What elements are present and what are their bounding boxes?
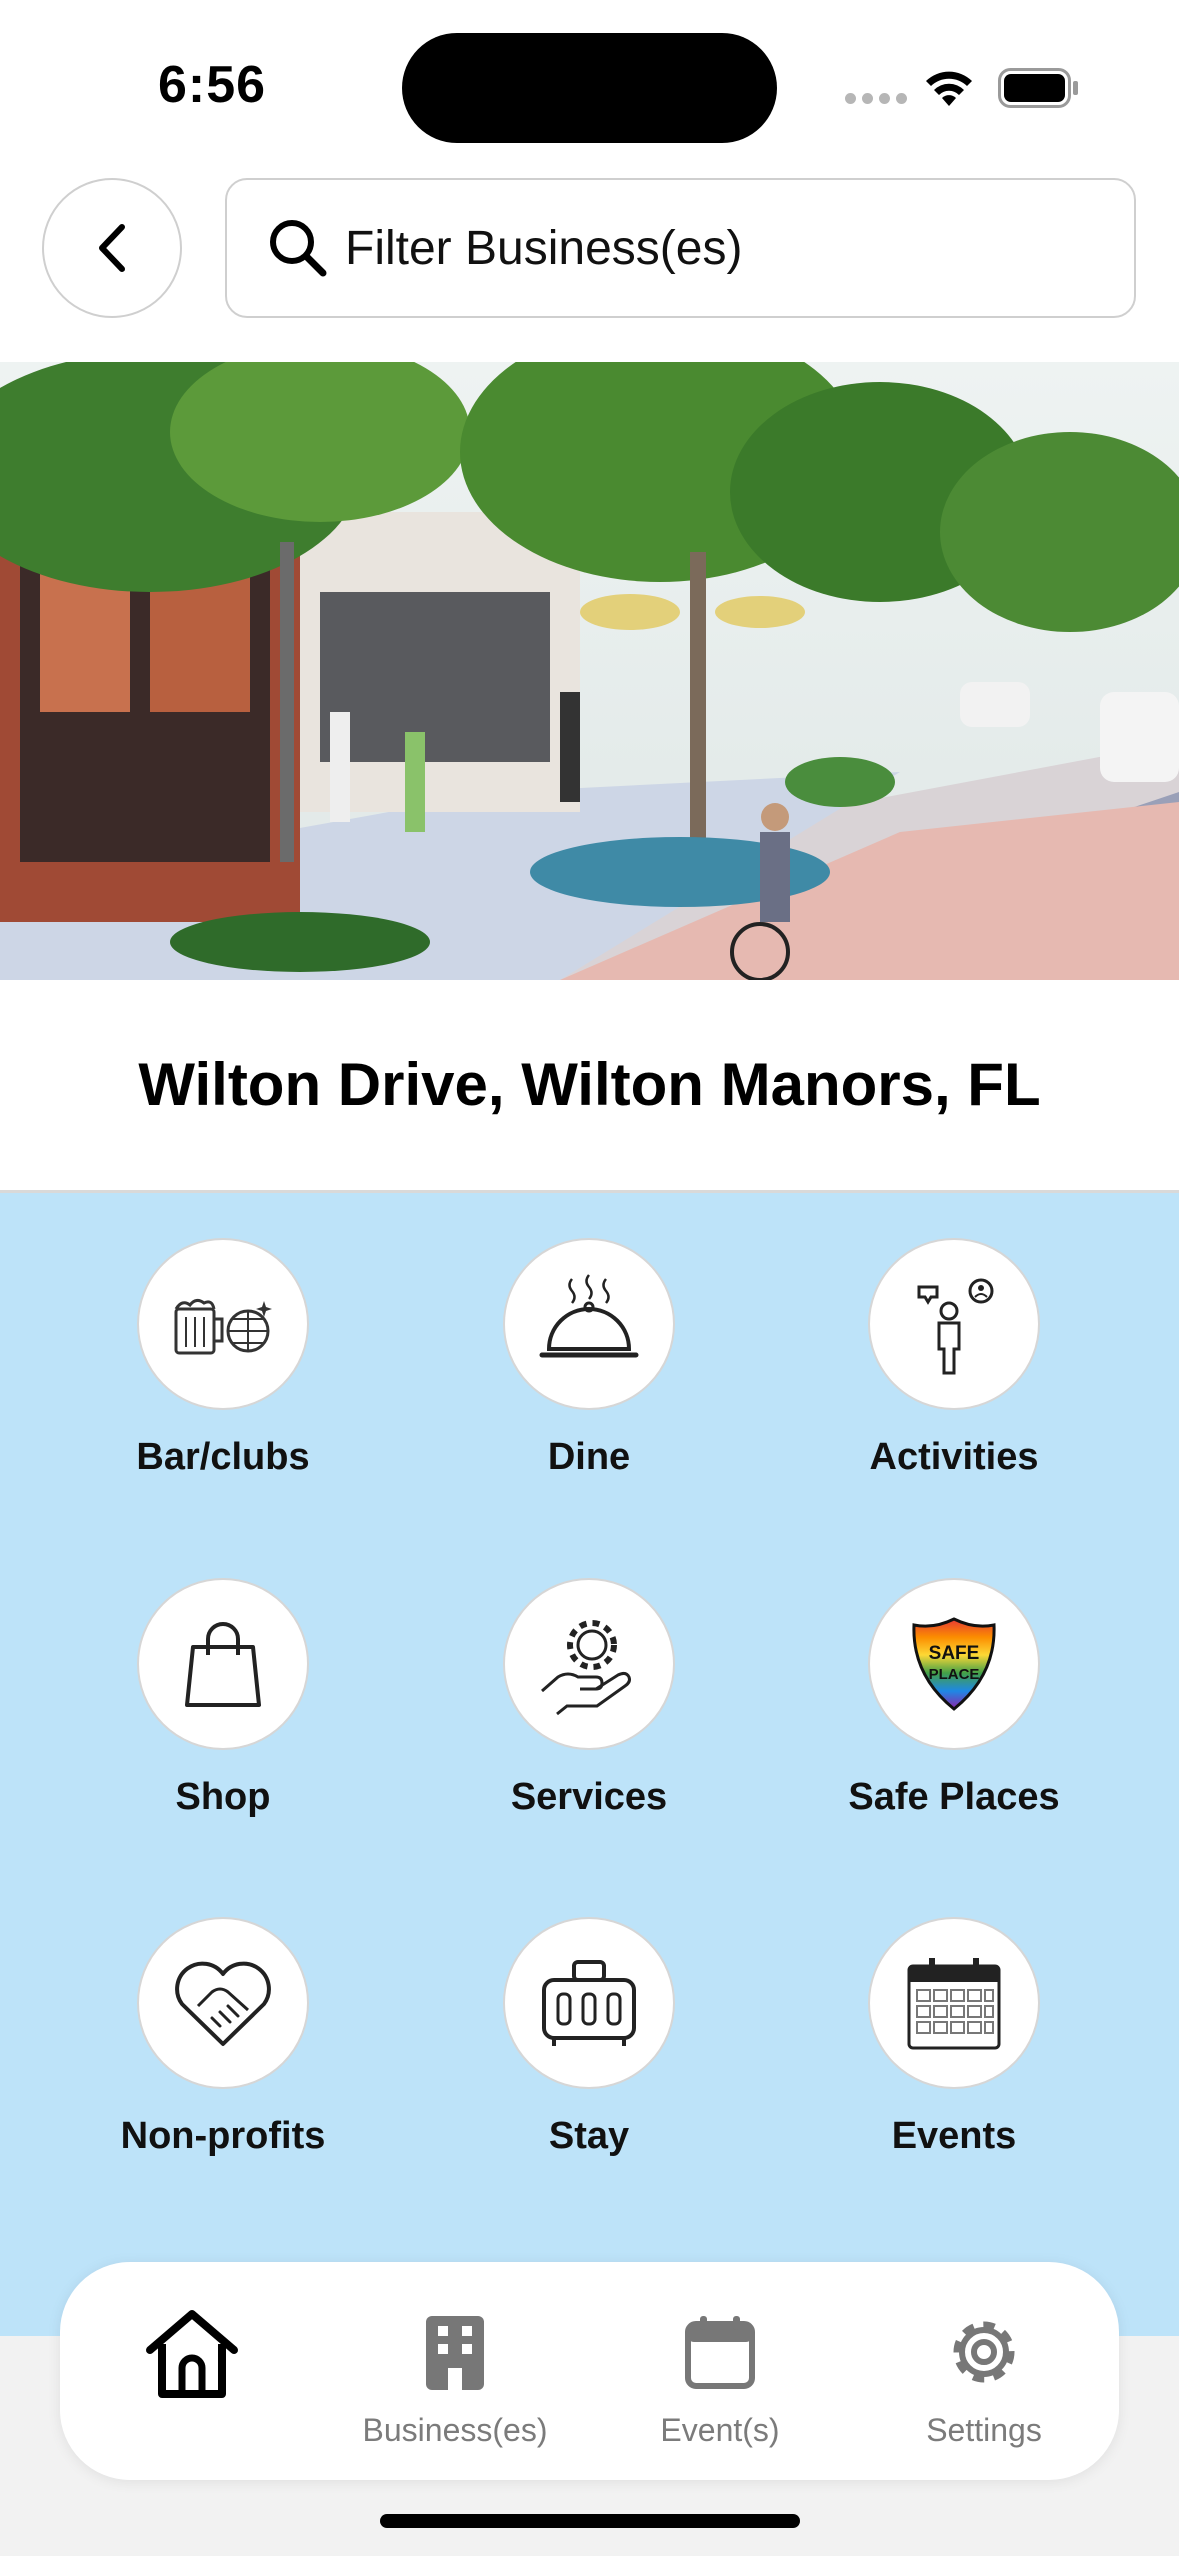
tab-label: Event(s) [660, 2412, 780, 2448]
search-input[interactable] [345, 220, 1105, 276]
dynamic-island [402, 33, 777, 143]
status-time: 6:56 [158, 56, 267, 114]
calendar-icon [907, 1958, 1001, 2050]
person-chat-icon [917, 1278, 994, 1375]
home-icon [142, 2302, 242, 2402]
category-safe-places[interactable]: SAFE PLACE Safe Places [804, 1578, 1104, 1838]
category-grid: Bar/clubs Dine Activities Shop Services … [0, 1193, 1179, 2336]
category-stay[interactable]: Stay [439, 1917, 739, 2177]
category-icon-circle [503, 1238, 675, 1410]
category-label: Events [891, 2115, 1017, 2157]
category-label: Safe Places [848, 1776, 1060, 1818]
building-icon [405, 2302, 505, 2402]
category-bar-clubs[interactable]: Bar/clubs [73, 1238, 373, 1498]
tab-events[interactable]: Event(s) [610, 2262, 830, 2480]
battery-icon [998, 68, 1078, 108]
category-icon-circle [137, 1238, 309, 1410]
tab-home[interactable] [82, 2262, 302, 2480]
category-icon-circle [868, 1238, 1040, 1410]
location-title: Wilton Drive, Wilton Manors, FL [138, 1051, 1041, 1118]
food-cloche-icon [539, 1274, 639, 1358]
category-icon-circle: SAFE PLACE [868, 1578, 1040, 1750]
tab-bar: Business(es) Event(s) Settings [60, 2262, 1119, 2480]
search-icon [270, 220, 327, 277]
category-activities[interactable]: Activities [804, 1238, 1104, 1498]
category-icon-circle [137, 1917, 309, 2089]
street-illustration [0, 362, 1179, 980]
search-box[interactable] [225, 178, 1136, 318]
luggage-icon [542, 1960, 636, 2046]
home-indicator [380, 2514, 800, 2528]
category-label: Services [510, 1776, 668, 1818]
calendar-icon [670, 2302, 770, 2402]
category-label: Shop [175, 1776, 271, 1818]
signal-icon [845, 93, 907, 107]
category-icon-circle [868, 1917, 1040, 2089]
category-shop[interactable]: Shop [73, 1578, 373, 1838]
status-bar: 6:56 [0, 0, 1179, 170]
category-dine[interactable]: Dine [439, 1238, 739, 1498]
category-label: Stay [548, 2115, 630, 2157]
tab-settings[interactable]: Settings [874, 2262, 1094, 2480]
category-label: Activities [869, 1436, 1039, 1478]
category-label: Dine [547, 1436, 631, 1478]
safe-place-shield-icon: SAFE PLACE [912, 1617, 996, 1711]
beer-disco-ball-icon [174, 1298, 272, 1355]
category-label: Non-profits [120, 2115, 326, 2157]
wifi-icon [926, 71, 972, 106]
shopping-bag-icon [185, 1622, 261, 1707]
chevron-left-icon [99, 224, 125, 272]
tab-label: Business(es) [362, 2412, 548, 2448]
category-icon-circle [503, 1578, 675, 1750]
category-icon-circle [137, 1578, 309, 1750]
gear-hand-icon [541, 1620, 631, 1716]
heart-handshake-icon [175, 1961, 271, 2046]
category-services[interactable]: Services [439, 1578, 739, 1838]
category-icon-circle [503, 1917, 675, 2089]
tab-label: Settings [926, 2412, 1042, 2448]
home-screen: 6:56 Filter Business(es) Wilton Drive, W… [0, 0, 1179, 2556]
hero-image [0, 362, 1179, 980]
back-button[interactable] [42, 178, 182, 318]
tab-businesses[interactable]: Business(es) [345, 2262, 565, 2480]
category-label: Bar/clubs [136, 1436, 310, 1478]
svg-text:PLACE: PLACE [929, 1666, 980, 1683]
category-non-profits[interactable]: Non-profits [73, 1917, 373, 2177]
svg-text:SAFE: SAFE [929, 1643, 980, 1664]
category-events[interactable]: Events [804, 1917, 1104, 2177]
gear-icon [934, 2302, 1034, 2402]
